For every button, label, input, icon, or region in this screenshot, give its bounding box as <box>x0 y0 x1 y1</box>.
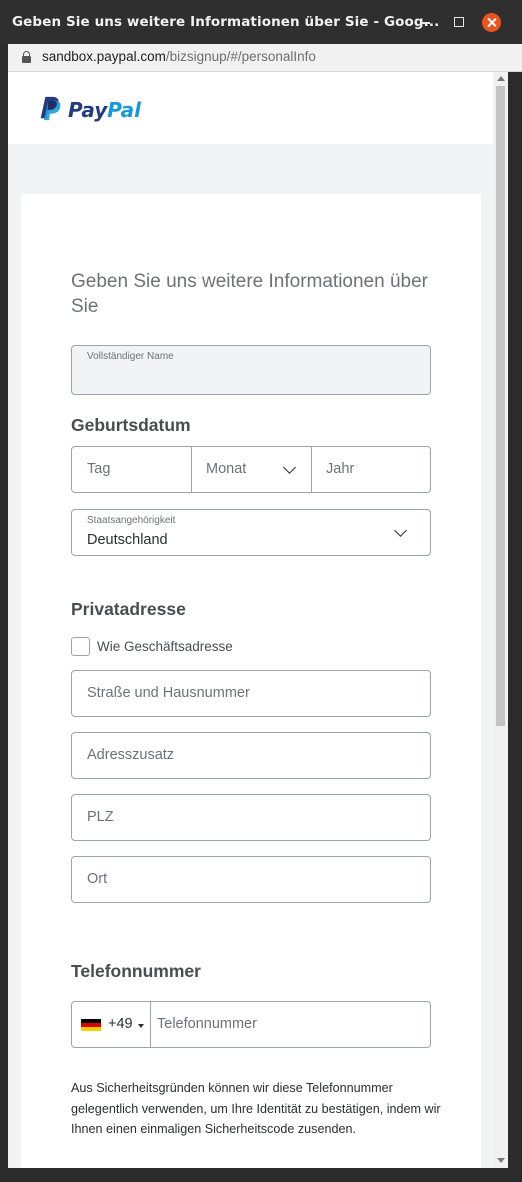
phone-section-title: Telefonnummer <box>71 961 201 981</box>
dob-year-input[interactable]: Jahr <box>312 447 430 492</box>
city-input[interactable]: Ort <box>71 856 431 903</box>
phone-input[interactable]: Telefonnummer <box>151 1002 430 1047</box>
dob-day-placeholder: Tag <box>87 461 111 477</box>
dob-month-placeholder: Monat <box>206 461 247 477</box>
dob-section-title: Geburtsdatum <box>71 415 191 435</box>
page-header: PayPal <box>8 72 493 144</box>
url-path: /bizsignup/#/personalInfo <box>165 49 316 64</box>
page-title: Geben Sie uns weitere Informationen über… <box>71 271 428 317</box>
url-domain: sandbox.paypal.com <box>42 49 166 64</box>
phone-group: +49 Telefonnummer <box>71 1001 431 1048</box>
scrollbar-thumb[interactable] <box>496 86 505 726</box>
url-text[interactable]: sandbox.paypal.com/bizsignup/#/personalI… <box>42 49 316 64</box>
caret-down-icon <box>138 1024 144 1028</box>
street-input[interactable]: Straße und Hausnummer <box>71 670 431 717</box>
nationality-value: Deutschland <box>87 532 168 548</box>
country-code-select[interactable]: +49 <box>72 1002 150 1047</box>
dob-group: Tag Monat Jahr <box>71 446 431 493</box>
country-code: +49 <box>108 1016 133 1032</box>
minimize-button[interactable] <box>417 13 435 31</box>
dob-day-input[interactable]: Tag <box>72 447 191 492</box>
scroll-down-icon[interactable] <box>497 1158 505 1163</box>
same-address-checkbox[interactable] <box>71 637 90 656</box>
chevron-down-icon <box>394 524 407 537</box>
page-viewport: PayPal Geben Sie uns weitere Information… <box>8 72 508 1168</box>
form-card: Geben Sie uns weitere Informationen über… <box>21 194 481 1168</box>
phone-security-note: Aus Sicherheitsgründen können wir diese … <box>71 1081 441 1136</box>
maximize-button[interactable] <box>450 13 468 31</box>
nationality-select[interactable]: Staatsangehörigkeit Deutschland <box>71 509 431 556</box>
address-bar[interactable]: sandbox.paypal.com/bizsignup/#/personalI… <box>8 44 522 72</box>
street-placeholder: Straße und Hausnummer <box>87 685 250 701</box>
zip-input[interactable]: PLZ <box>71 794 431 841</box>
page-scrollbar[interactable] <box>493 72 508 1168</box>
address-addition-input[interactable]: Adresszusatz <box>71 732 431 779</box>
zip-placeholder: PLZ <box>87 809 114 825</box>
window-title: Geben Sie uns weitere Informationen über… <box>12 14 440 30</box>
chevron-down-icon <box>283 461 296 474</box>
phone-placeholder: Telefonnummer <box>157 1016 257 1032</box>
dob-year-placeholder: Jahr <box>326 461 355 477</box>
full-name-field[interactable]: Vollständiger Name <box>71 345 431 395</box>
lock-icon <box>22 51 31 63</box>
paypal-wordmark[interactable]: PayPal <box>68 98 141 122</box>
city-placeholder: Ort <box>87 871 108 887</box>
address-addition-placeholder: Adresszusatz <box>87 747 175 763</box>
address-section-title: Privatadresse <box>71 599 186 619</box>
window-titlebar: Geben Sie uns weitere Informationen über… <box>0 0 522 44</box>
same-address-label[interactable]: Wie Geschäftsadresse <box>97 639 233 654</box>
full-name-label: Vollständiger Name <box>87 351 174 362</box>
nationality-label: Staatsangehörigkeit <box>87 515 176 526</box>
scroll-up-icon[interactable] <box>497 76 505 81</box>
germany-flag-icon <box>81 1019 101 1031</box>
dob-month-select[interactable]: Monat <box>192 447 311 492</box>
paypal-logo-icon[interactable] <box>38 96 62 122</box>
close-button[interactable] <box>482 13 501 32</box>
